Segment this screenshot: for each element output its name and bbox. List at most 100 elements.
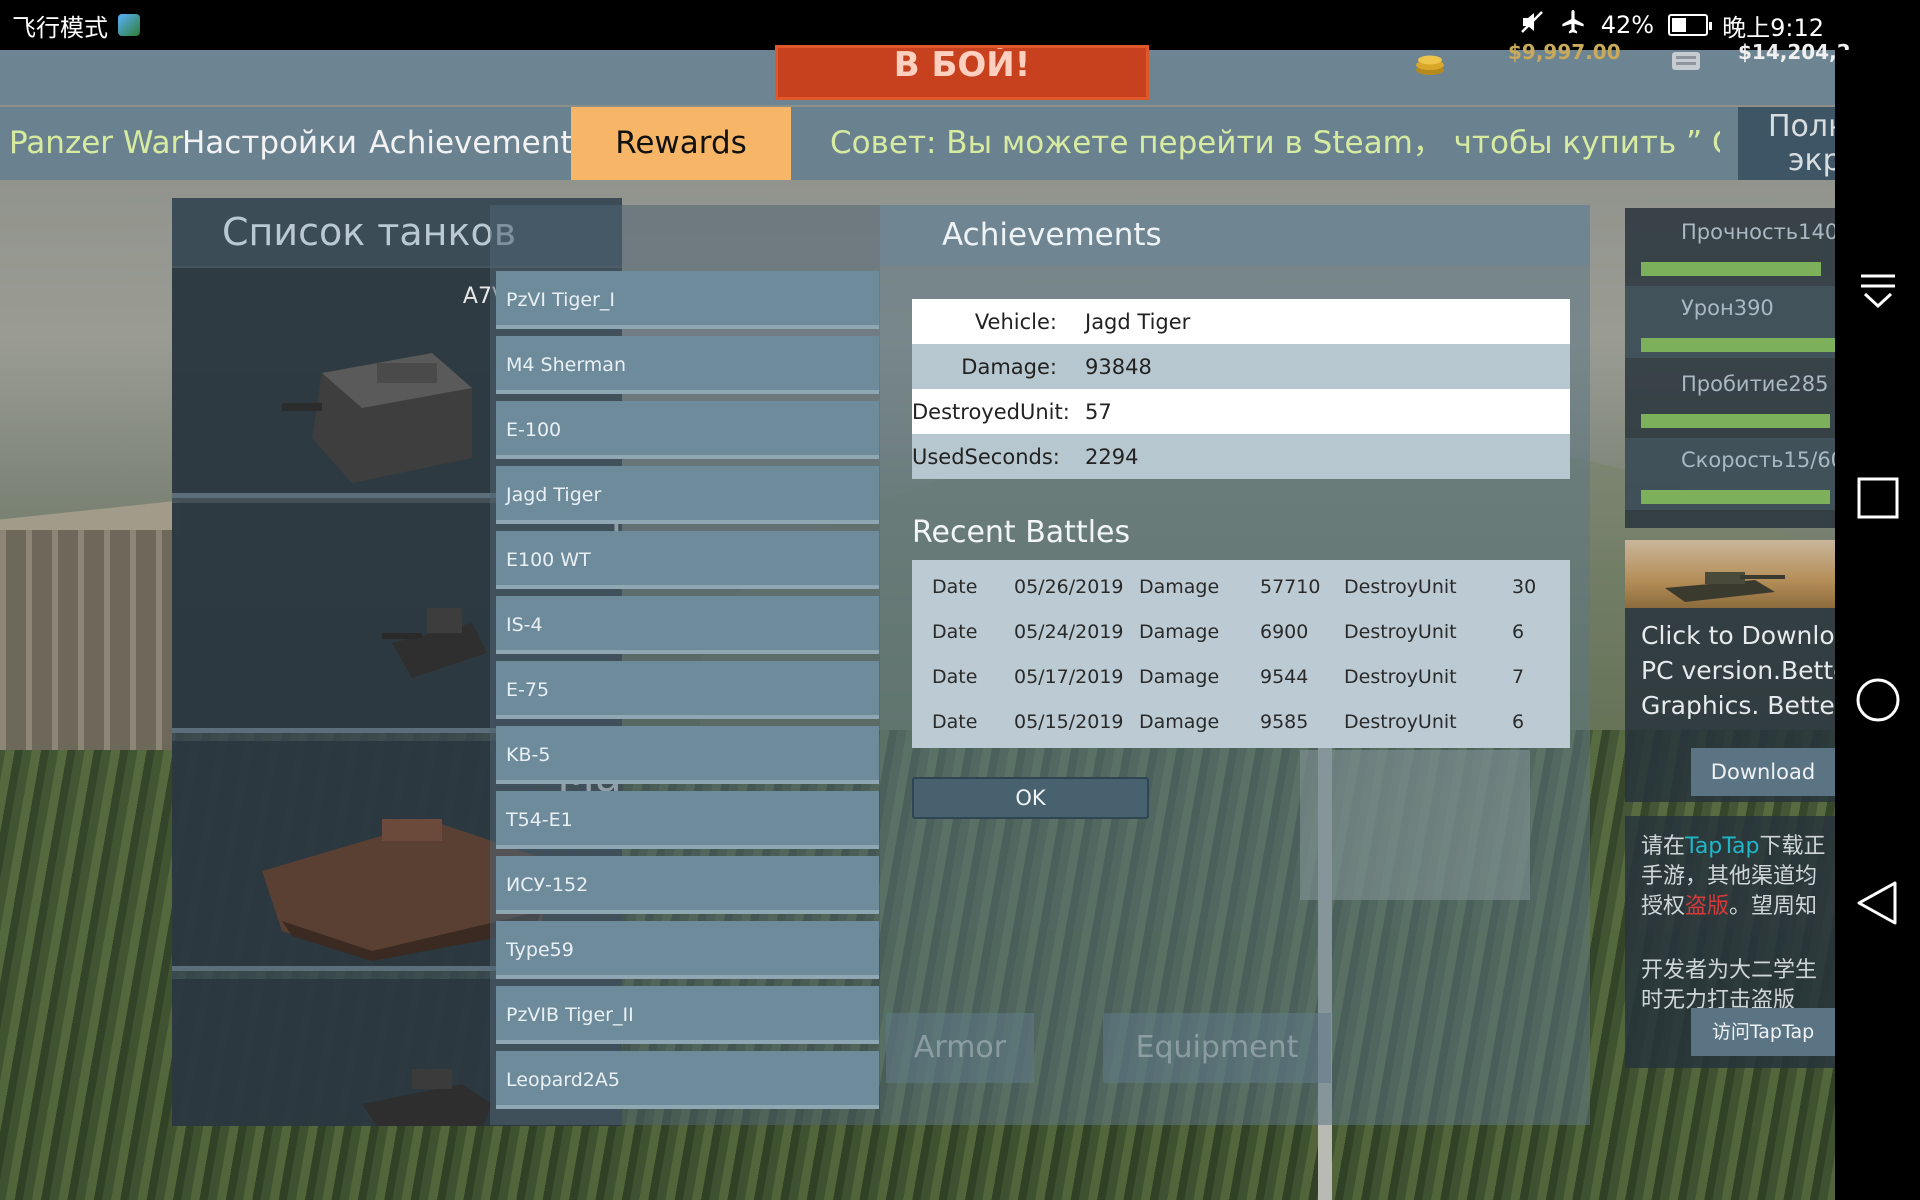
- tank-stat-label: Скорость15/60: [1681, 448, 1835, 472]
- battle-destroy: 6: [1512, 620, 1525, 643]
- home-icon[interactable]: [1855, 677, 1901, 723]
- battle-damage: 57710: [1260, 575, 1321, 598]
- battle-date: 05/26/2019: [1014, 575, 1124, 598]
- stat-label: UsedSeconds:: [912, 444, 1060, 469]
- silver-coin-icon: [1672, 52, 1700, 70]
- battle-date-label: Date: [932, 575, 978, 598]
- vehicle-list-item[interactable]: T54-E1: [496, 791, 879, 849]
- battle-row: Date 05/24/2019 Damage 6900 DestroyUnit 6: [912, 609, 1570, 654]
- taptap-link-text: TapTap: [1685, 834, 1760, 859]
- battle-damage-label: Damage: [1139, 710, 1220, 733]
- download-panel: Click to Downlo PC version.Bette Graphic…: [1625, 540, 1835, 802]
- battle-date: 05/24/2019: [1014, 620, 1124, 643]
- tank-stat-item: Скорость15/60: [1625, 438, 1835, 510]
- vehicle-list-item[interactable]: KB-5: [496, 726, 879, 784]
- tank-banner-image: [1665, 572, 1785, 602]
- vehicle-list-item[interactable]: ИСУ-152: [496, 856, 879, 914]
- clock: 晚上9:12: [1722, 13, 1824, 42]
- download-text-line: Click to Downlo: [1641, 621, 1835, 650]
- tank-stat-bar: [1641, 262, 1821, 276]
- airplane-mode-text: 飞行模式: [12, 13, 108, 42]
- vehicle-list: PzVI Tiger_I M4 Sherman E-100 Jagd Tiger E10…: [490, 205, 880, 1125]
- download-text-line: Graphics. Better: [1641, 691, 1835, 720]
- taptap-line: 开发者为大二学生: [1641, 958, 1818, 983]
- vehicle-list-item[interactable]: E-100: [496, 401, 879, 459]
- achievement-stats: Vehicle: Jagd Tiger Damage: 93848 DestroyedU…: [912, 299, 1570, 479]
- ok-button[interactable]: OK: [912, 777, 1149, 819]
- battle-destroy-label: DestroyUnit: [1344, 665, 1457, 688]
- status-bar: 飞行模式 42% 晚上9:12: [0, 0, 1920, 50]
- battery-icon: [1668, 14, 1713, 36]
- stat-value: 2294: [1085, 444, 1139, 469]
- tab-settings[interactable]: Настройки: [182, 107, 357, 180]
- tab-bar: Panzer War Настройки Achievement Rewards…: [0, 107, 1835, 180]
- stat-label: Damage:: [961, 354, 1057, 379]
- taptap-line: 手游，其他渠道均: [1641, 864, 1818, 889]
- battle-row: Date 05/26/2019 Damage 57710 DestroyUnit 30: [912, 564, 1570, 609]
- background-shed: [0, 530, 175, 750]
- vehicle-list-item[interactable]: E-75: [496, 661, 879, 719]
- battle-date: 05/15/2019: [1014, 710, 1124, 733]
- taptap-line: 请在TapTap下载正: [1641, 834, 1826, 859]
- achievements-title: Achievements: [942, 217, 1162, 253]
- recent-battles-table: Date 05/26/2019 Damage 57710 DestroyUnit 30 Da…: [912, 560, 1570, 748]
- battle-damage: 6900: [1260, 620, 1309, 643]
- fullscreen-line-2: экр: [1788, 143, 1835, 178]
- tank-stat-label: Пробитие285: [1681, 372, 1829, 396]
- battle-button[interactable]: В БОЙ!: [775, 45, 1149, 100]
- battery-percent: 42%: [1600, 11, 1655, 39]
- tank-stat-bar: [1641, 338, 1835, 352]
- pc-version-banner: [1625, 540, 1835, 608]
- vehicle-list-item[interactable]: Jagd Tiger: [496, 466, 879, 524]
- vehicle-list-item[interactable]: E100 WT: [496, 531, 879, 589]
- armor-button[interactable]: Armor: [886, 1013, 1034, 1083]
- airplane-icon: [1559, 8, 1587, 42]
- tank-stat-bar: [1641, 490, 1830, 504]
- tab-achievement[interactable]: Achievement: [369, 107, 573, 180]
- vehicle-list-item[interactable]: IS-4: [496, 596, 879, 654]
- battle-date-label: Date: [932, 710, 978, 733]
- taptap-panel: 请在TapTap下载正 手游，其他渠道均 授权盗版。望周知 开发者为大二学生 时…: [1625, 816, 1835, 1068]
- tank-stat-label: Урон390: [1681, 296, 1774, 320]
- status-left: 飞行模式: [12, 0, 140, 50]
- stat-label: Vehicle:: [974, 309, 1057, 334]
- visit-taptap-button[interactable]: 访问TapTap: [1691, 1008, 1835, 1056]
- vehicle-list-item[interactable]: M4 Sherman: [496, 336, 879, 394]
- tab-rewards[interactable]: Rewards: [571, 107, 791, 180]
- tank-stat-item: Прочность1400: [1625, 210, 1835, 282]
- tip-banner: Совет: Вы можете перейти в Steam， чтобы …: [830, 125, 1720, 161]
- gold-amount: $9,997.00: [1508, 40, 1621, 64]
- battle-destroy-label: DestroyUnit: [1344, 620, 1457, 643]
- recent-apps-icon[interactable]: [1855, 475, 1901, 521]
- gold-coin-icon: [1416, 55, 1444, 75]
- vehicle-list-item[interactable]: PzVI Tiger_I: [496, 271, 879, 329]
- stat-value: Jagd Tiger: [1085, 309, 1191, 334]
- battle-destroy: 7: [1512, 665, 1525, 688]
- vehicle-list-item[interactable]: PzVIB Tiger_II: [496, 986, 879, 1044]
- equipment-button[interactable]: Equipment: [1103, 1013, 1331, 1083]
- battle-destroy-label: DestroyUnit: [1344, 710, 1457, 733]
- vehicle-list-item[interactable]: Leopard2A5: [496, 1051, 879, 1109]
- battle-date-label: Date: [932, 620, 978, 643]
- tank-stat-item: Пробитие285: [1625, 362, 1835, 434]
- achievements-panel: Achievements Vehicle: Jagd Tiger Damage: 93…: [880, 205, 1590, 1125]
- tank-stat-item: Урон390: [1625, 286, 1835, 358]
- fullscreen-line-1: Полн: [1768, 109, 1835, 144]
- fullscreen-button[interactable]: Полн экр: [1738, 107, 1835, 180]
- notification-shade-icon[interactable]: [1855, 268, 1901, 314]
- battery-fill: [1672, 18, 1686, 32]
- back-icon[interactable]: [1855, 880, 1901, 926]
- battle-row: Date 05/15/2019 Damage 9585 DestroyUnit 6: [912, 699, 1570, 744]
- stat-label: DestroyedUnit:: [912, 399, 1070, 424]
- battle-damage: 9585: [1260, 710, 1309, 733]
- tank-image: [382, 608, 487, 678]
- vehicle-list-item[interactable]: Type59: [496, 921, 879, 979]
- battle-destroy: 30: [1512, 575, 1537, 598]
- download-button[interactable]: Download: [1691, 748, 1835, 796]
- battle-damage: 9544: [1260, 665, 1309, 688]
- stat-value: 93848: [1085, 354, 1152, 379]
- battle-date: 05/17/2019: [1014, 665, 1124, 688]
- app-notification-icon: [118, 14, 140, 36]
- battle-date-label: Date: [932, 665, 978, 688]
- stat-row: UsedSeconds: 2294: [912, 434, 1570, 479]
